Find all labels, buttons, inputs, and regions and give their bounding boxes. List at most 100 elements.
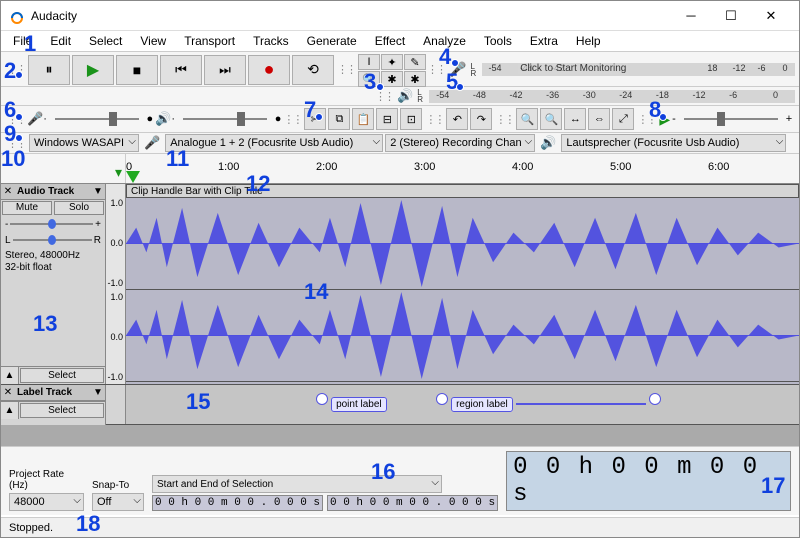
waveform-area[interactable]: Clip Handle Bar with Clip Title bbox=[126, 184, 799, 384]
cut-button[interactable]: ✂ bbox=[304, 108, 326, 130]
audio-position-display[interactable]: 0 0 h 0 0 m 0 0 s bbox=[506, 451, 791, 511]
play-button[interactable]: ▶ bbox=[72, 55, 114, 85]
waveform-left[interactable] bbox=[126, 198, 799, 290]
trim-button[interactable]: ⊟ bbox=[376, 108, 398, 130]
fit-project-button[interactable]: ⇔ bbox=[588, 108, 610, 130]
fit-selection-button[interactable]: ↔ bbox=[564, 108, 586, 130]
grip[interactable]: ⋮⋮ bbox=[335, 63, 357, 76]
menu-tracks[interactable]: Tracks bbox=[245, 32, 297, 50]
play-meter-lr: LR bbox=[415, 89, 425, 103]
project-rate-dropdown[interactable]: 48000 bbox=[9, 493, 84, 511]
track-menu-button[interactable]: ▼ bbox=[91, 186, 105, 197]
play-speed-slider[interactable]: -+ bbox=[672, 109, 792, 129]
grip[interactable]: ⋮⋮ bbox=[373, 90, 395, 103]
edit-toolbar: ⋮⋮ 🎤 ·● 🔊 ·● ⋮⋮ ✂ ⧉ 📋 ⊟ ⊡ ⋮⋮ ↶ ↷ ⋮⋮ 🔍 🔍 … bbox=[1, 105, 799, 133]
clip-handle-bar[interactable]: Clip Handle Bar with Clip Title bbox=[126, 184, 799, 198]
grip[interactable]: ⋮⋮ bbox=[5, 113, 27, 126]
recording-meter[interactable]: -54 -48 -42 Click to Start Monitoring 18… bbox=[482, 63, 795, 76]
track-name[interactable]: Audio Track bbox=[15, 186, 91, 197]
timeline-ruler[interactable]: 0 1:00 2:00 3:00 4:00 5:00 6:00 bbox=[126, 154, 799, 183]
grip[interactable]: ⋮⋮ bbox=[5, 137, 27, 150]
label-area[interactable]: point label region label bbox=[126, 385, 799, 424]
minimize-button[interactable]: ─ bbox=[671, 2, 711, 30]
menu-tools[interactable]: Tools bbox=[476, 32, 520, 50]
playback-device-dropdown[interactable]: Lautsprecher (Focusrite Usb Audio) bbox=[561, 134, 786, 152]
mute-button[interactable]: Mute bbox=[2, 201, 52, 215]
label-track-name[interactable]: Label Track bbox=[15, 387, 91, 398]
solo-button[interactable]: Solo bbox=[54, 201, 104, 215]
label-collapse-button[interactable]: ▲ bbox=[1, 402, 19, 419]
selection-tool-button[interactable]: I bbox=[358, 54, 380, 70]
window-title: Audacity bbox=[31, 9, 671, 23]
label-track-close-button[interactable]: ✕ bbox=[1, 387, 15, 398]
undo-button[interactable]: ↶ bbox=[446, 108, 468, 130]
redo-button[interactable]: ↷ bbox=[470, 108, 492, 130]
pause-button[interactable]: ⏸ bbox=[28, 55, 70, 85]
vertical-ruler[interactable]: 1.0 0.0 -1.0 1.0 0.0 -1.0 bbox=[106, 184, 126, 384]
menu-help[interactable]: Help bbox=[568, 32, 609, 50]
status-text: Stopped. bbox=[9, 522, 53, 534]
collapse-button[interactable]: ▲ bbox=[1, 367, 19, 384]
transport-toolbar: ⋮⋮ ⏸ ▶ ■ ⏮ ⏭ ● ⟲ ⋮⋮ I ✦ ✎ 🔍 ✱ ✱ ⋮⋮ 🎤 LR … bbox=[1, 51, 799, 87]
menu-edit[interactable]: Edit bbox=[42, 32, 79, 50]
audio-host-dropdown[interactable]: Windows WASAPI bbox=[29, 134, 139, 152]
grip[interactable]: ⋮⋮ bbox=[281, 113, 303, 126]
recording-volume-slider[interactable]: ·● bbox=[43, 109, 153, 129]
skip-end-button[interactable]: ⏭ bbox=[204, 55, 246, 85]
copy-button[interactable]: ⧉ bbox=[328, 108, 350, 130]
grip[interactable]: ⋮⋮ bbox=[425, 63, 447, 76]
label-track-menu-button[interactable]: ▼ bbox=[91, 387, 105, 398]
selection-end-time[interactable]: 0 0 h 0 0 m 0 0 . 0 0 0 s bbox=[327, 495, 498, 511]
record-button[interactable]: ● bbox=[248, 55, 290, 85]
selection-start-time[interactable]: 0 0 h 0 0 m 0 0 . 0 0 0 s bbox=[152, 495, 323, 511]
menu-extra[interactable]: Extra bbox=[522, 32, 566, 50]
pan-slider[interactable]: LR bbox=[1, 232, 105, 248]
play-speed-icon: ▶ bbox=[659, 111, 670, 128]
menu-generate[interactable]: Generate bbox=[299, 32, 365, 50]
multi-tool-button[interactable]: ✱ bbox=[404, 71, 426, 87]
zoom-in-button[interactable]: 🔍 bbox=[516, 108, 538, 130]
menu-effect[interactable]: Effect bbox=[367, 32, 413, 50]
menubar: File Edit Select View Transport Tracks G… bbox=[1, 31, 799, 51]
zoom-tool-button[interactable]: 🔍 bbox=[358, 71, 380, 87]
zoom-toggle-button[interactable]: ⤢ bbox=[612, 108, 634, 130]
timeline[interactable]: ▾ 0 1:00 2:00 3:00 4:00 5:00 6:00 bbox=[1, 154, 799, 184]
region-label[interactable]: region label bbox=[436, 389, 661, 410]
menu-analyze[interactable]: Analyze bbox=[415, 32, 474, 50]
timeshift-tool-button[interactable]: ✱ bbox=[381, 71, 403, 87]
playback-meter[interactable]: -54 -48 -42 -36 -30 -24 -18 -12 -6 0 bbox=[429, 90, 795, 103]
loop-button[interactable]: ⟲ bbox=[292, 55, 334, 85]
maximize-button[interactable]: ☐ bbox=[711, 2, 751, 30]
close-button[interactable]: ✕ bbox=[751, 2, 791, 30]
gain-slider[interactable]: -+ bbox=[1, 216, 105, 232]
menu-select[interactable]: Select bbox=[81, 32, 130, 50]
paste-button[interactable]: 📋 bbox=[352, 108, 374, 130]
skip-start-button[interactable]: ⏮ bbox=[160, 55, 202, 85]
grip[interactable]: ⋮⋮ bbox=[5, 63, 27, 76]
grip[interactable]: ⋮⋮ bbox=[635, 113, 657, 126]
label-track-select-button[interactable]: Select bbox=[20, 403, 104, 418]
recording-device-dropdown[interactable]: Analogue 1 + 2 (Focusrite Usb Audio) bbox=[165, 134, 383, 152]
project-rate-label: Project Rate (Hz) bbox=[9, 469, 84, 491]
zoom-out-button[interactable]: 🔍 bbox=[540, 108, 562, 130]
track-close-button[interactable]: ✕ bbox=[1, 186, 15, 197]
silence-button[interactable]: ⊡ bbox=[400, 108, 422, 130]
stop-button[interactable]: ■ bbox=[116, 55, 158, 85]
grip[interactable]: ⋮⋮ bbox=[423, 113, 445, 126]
mic-icon: 🎤 bbox=[27, 111, 43, 127]
draw-tool-button[interactable]: ✎ bbox=[404, 54, 426, 70]
selection-toolbar: Project Rate (Hz) 48000 Snap-To Off Star… bbox=[1, 446, 799, 515]
track-control-panel: ✕ Audio Track ▼ Mute Solo -+ LR Stereo, … bbox=[1, 184, 106, 384]
track-select-button[interactable]: Select bbox=[20, 368, 104, 383]
menu-view[interactable]: View bbox=[132, 32, 174, 50]
envelope-tool-button[interactable]: ✦ bbox=[381, 54, 403, 70]
selection-mode-dropdown[interactable]: Start and End of Selection bbox=[152, 475, 442, 493]
grip[interactable]: ⋮⋮ bbox=[493, 113, 515, 126]
waveform-right[interactable] bbox=[126, 290, 799, 382]
recording-channels-dropdown[interactable]: 2 (Stereo) Recording Chan bbox=[385, 134, 535, 152]
playback-volume-slider[interactable]: ·● bbox=[171, 109, 281, 129]
menu-transport[interactable]: Transport bbox=[176, 32, 243, 50]
menu-file[interactable]: File bbox=[5, 32, 40, 50]
point-label[interactable]: point label bbox=[316, 389, 387, 410]
snap-to-dropdown[interactable]: Off bbox=[92, 493, 144, 511]
